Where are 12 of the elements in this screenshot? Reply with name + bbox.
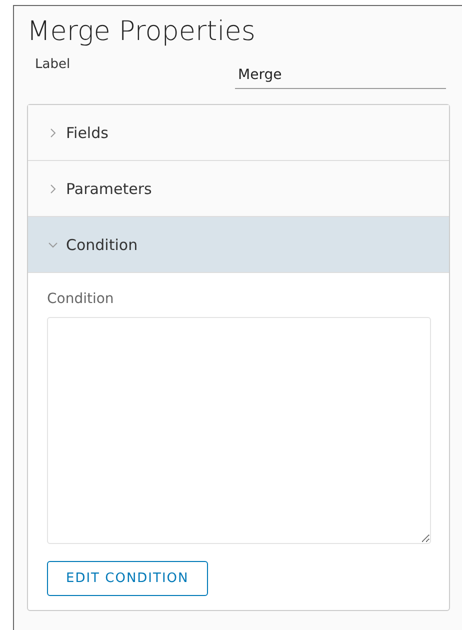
edit-condition-button[interactable]: EDIT CONDITION [47,561,208,596]
chevron-right-icon [48,128,58,138]
panel-title: Merge Properties [27,15,256,49]
accordion-header[interactable]: Condition [28,217,449,273]
chevron-right-icon [48,184,58,194]
condition-textarea[interactable] [47,317,431,544]
accordion-header[interactable]: Parameters [28,161,449,217]
label-input[interactable]: Merge [235,59,446,89]
accordion-header[interactable]: Fields [28,105,449,161]
chevron-down-icon [48,240,58,250]
field-label: Label [34,57,72,72]
field-label: Condition [47,291,115,307]
